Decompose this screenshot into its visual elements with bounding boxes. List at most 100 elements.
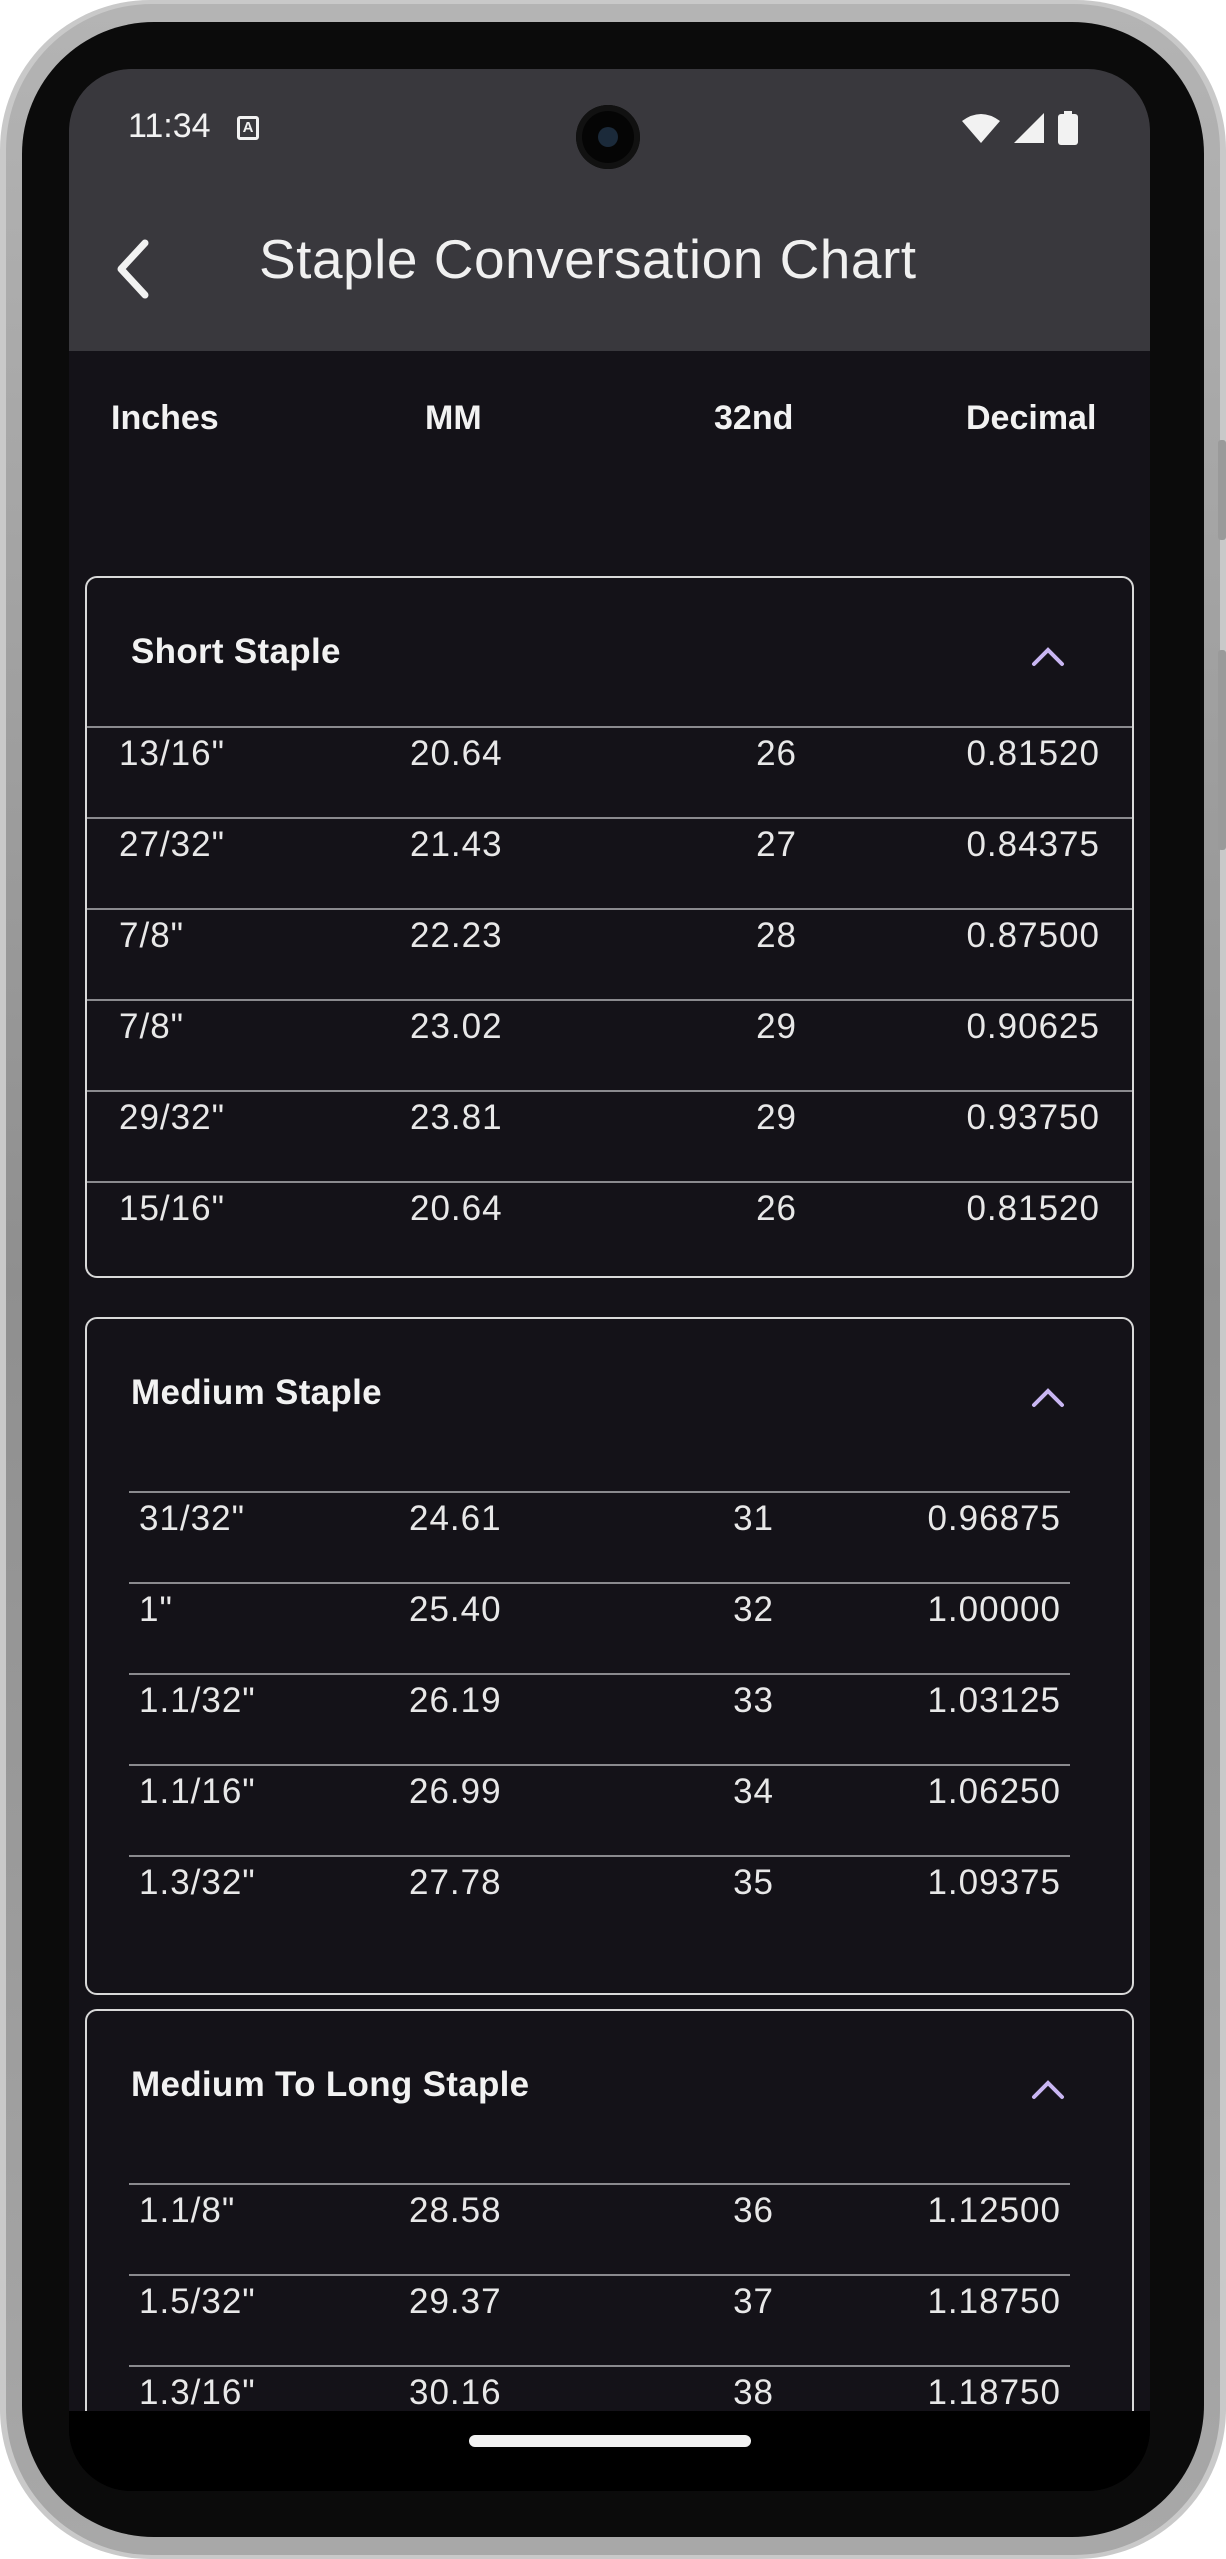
table-row: 1.3/16" 30.16 38 1.18750 — [129, 2365, 1070, 2411]
section-card-medium-staple: Medium Staple 31/32" 24.61 31 0.96875 1"… — [85, 1317, 1134, 1995]
cell-32nd: 27 — [756, 825, 797, 864]
power-button — [1218, 650, 1226, 850]
cell-32nd: 26 — [756, 734, 797, 773]
table-row: 1.1/8" 28.58 36 1.12500 — [129, 2183, 1070, 2275]
cell-inches: 1.1/8" — [139, 2191, 236, 2230]
cell-inches: 1" — [139, 1590, 173, 1629]
cell-mm: 30.16 — [409, 2373, 502, 2411]
section-title: Medium Staple — [131, 1373, 382, 1412]
cell-decimal: 1.18750 — [927, 2282, 1061, 2321]
cell-decimal: 1.00000 — [927, 1590, 1061, 1629]
chevron-up-icon[interactable] — [1028, 640, 1068, 670]
cell-inches: 1.1/16" — [139, 1772, 256, 1811]
section-header[interactable]: Medium To Long Staple — [87, 2011, 1132, 2161]
cell-mm: 22.23 — [410, 916, 503, 955]
home-indicator[interactable] — [469, 2435, 751, 2447]
column-header-mm: MM — [425, 399, 482, 437]
cell-decimal: 0.84375 — [966, 825, 1100, 864]
cell-mm: 21.43 — [410, 825, 503, 864]
section-title: Medium To Long Staple — [131, 2065, 530, 2104]
cell-mm: 23.81 — [410, 1098, 503, 1137]
section-header[interactable]: Short Staple — [87, 578, 1132, 728]
cell-32nd: 36 — [733, 2191, 774, 2230]
cell-mm: 27.78 — [409, 1863, 502, 1902]
status-icons — [962, 111, 1078, 145]
cell-decimal: 0.96875 — [927, 1499, 1061, 1538]
cell-mm: 28.58 — [409, 2191, 502, 2230]
section-header[interactable]: Medium Staple — [87, 1319, 1132, 1469]
cell-32nd: 29 — [756, 1007, 797, 1046]
section-card-medium-to-long-staple: Medium To Long Staple 1.1/8" 28.58 36 1.… — [85, 2009, 1134, 2411]
cell-inches: 1.3/16" — [139, 2373, 256, 2411]
cell-inches: 7/8" — [119, 1007, 185, 1046]
table-row: 13/16" 20.64 26 0.81520 — [87, 726, 1132, 818]
table-row: 15/16" 20.64 26 0.81520 — [87, 1181, 1132, 1273]
table-row: 1" 25.40 32 1.00000 — [129, 1582, 1070, 1674]
gesture-nav-bar — [69, 2411, 1150, 2491]
cell-32nd: 35 — [733, 1863, 774, 1902]
cell-32nd: 33 — [733, 1681, 774, 1720]
cell-32nd: 38 — [733, 2373, 774, 2411]
cell-decimal: 0.81520 — [966, 734, 1100, 773]
cell-mm: 20.64 — [410, 734, 503, 773]
column-header-32nd: 32nd — [714, 399, 794, 437]
section-title: Short Staple — [131, 632, 341, 671]
cell-32nd: 37 — [733, 2282, 774, 2321]
column-header-decimal: Decimal — [966, 399, 1097, 437]
cell-mm: 24.61 — [409, 1499, 502, 1538]
front-camera — [576, 105, 640, 169]
cell-decimal: 0.90625 — [966, 1007, 1100, 1046]
app-bar: 11:34 A Staple Conversation Chart — [69, 69, 1150, 351]
page-title: Staple Conversation Chart — [259, 228, 917, 290]
volume-button — [1218, 440, 1226, 540]
back-arrow-icon[interactable] — [101, 229, 181, 309]
cell-32nd: 31 — [733, 1499, 774, 1538]
table-row: 7/8" 22.23 28 0.87500 — [87, 908, 1132, 1000]
table-row: 27/32" 21.43 27 0.84375 — [87, 817, 1132, 909]
phone-frame: 11:34 A Staple Conversation Chart Inches… — [0, 0, 1226, 2559]
table-row: 1.1/32" 26.19 33 1.03125 — [129, 1673, 1070, 1765]
cell-mm: 23.02 — [410, 1007, 503, 1046]
cell-inches: 13/16" — [119, 734, 226, 773]
cell-inches: 31/32" — [139, 1499, 246, 1538]
screen: 11:34 A Staple Conversation Chart Inches… — [69, 69, 1150, 2491]
text-input-indicator-icon: A — [237, 116, 259, 140]
cell-mm: 20.64 — [410, 1189, 503, 1228]
cell-mm: 26.19 — [409, 1681, 502, 1720]
chevron-up-icon[interactable] — [1028, 2073, 1068, 2103]
table-row: 29/32" 23.81 29 0.93750 — [87, 1090, 1132, 1182]
cell-decimal: 0.93750 — [966, 1098, 1100, 1137]
table-row: 1.3/32" 27.78 35 1.09375 — [129, 1855, 1070, 1947]
chevron-up-icon[interactable] — [1028, 1381, 1068, 1411]
cell-decimal: 1.12500 — [927, 2191, 1061, 2230]
wifi-icon — [962, 114, 1000, 143]
cell-32nd: 29 — [756, 1098, 797, 1137]
table-row: 1.5/32" 29.37 37 1.18750 — [129, 2274, 1070, 2366]
status-time: 11:34 — [128, 107, 211, 145]
table-row: 7/8" 23.02 29 0.90625 — [87, 999, 1132, 1091]
cell-32nd: 28 — [756, 916, 797, 955]
battery-icon — [1058, 111, 1078, 145]
cell-inches: 7/8" — [119, 916, 185, 955]
cell-inches: 1.5/32" — [139, 2282, 256, 2321]
chart-content[interactable]: Inches MM 32nd Decimal Short Staple 13/1… — [69, 351, 1150, 2411]
cell-decimal: 1.03125 — [927, 1681, 1061, 1720]
cell-inches: 29/32" — [119, 1098, 226, 1137]
cell-decimal: 0.81520 — [966, 1189, 1100, 1228]
cell-32nd: 32 — [733, 1590, 774, 1629]
cell-decimal: 1.06250 — [927, 1772, 1061, 1811]
cell-32nd: 34 — [733, 1772, 774, 1811]
column-headers: Inches MM 32nd Decimal — [69, 351, 1150, 491]
cell-mm: 25.40 — [409, 1590, 502, 1629]
section-card-short-staple: Short Staple 13/16" 20.64 26 0.81520 27/… — [85, 576, 1134, 1278]
cell-inches: 1.3/32" — [139, 1863, 256, 1902]
cell-mm: 29.37 — [409, 2282, 502, 2321]
cell-inches: 1.1/32" — [139, 1681, 256, 1720]
table-row: 1.1/16" 26.99 34 1.06250 — [129, 1764, 1070, 1856]
cell-decimal: 0.87500 — [966, 916, 1100, 955]
column-header-inches: Inches — [111, 399, 219, 437]
cell-32nd: 26 — [756, 1189, 797, 1228]
cell-decimal: 1.18750 — [927, 2373, 1061, 2411]
cell-decimal: 1.09375 — [927, 1863, 1061, 1902]
table-row: 31/32" 24.61 31 0.96875 — [129, 1491, 1070, 1583]
